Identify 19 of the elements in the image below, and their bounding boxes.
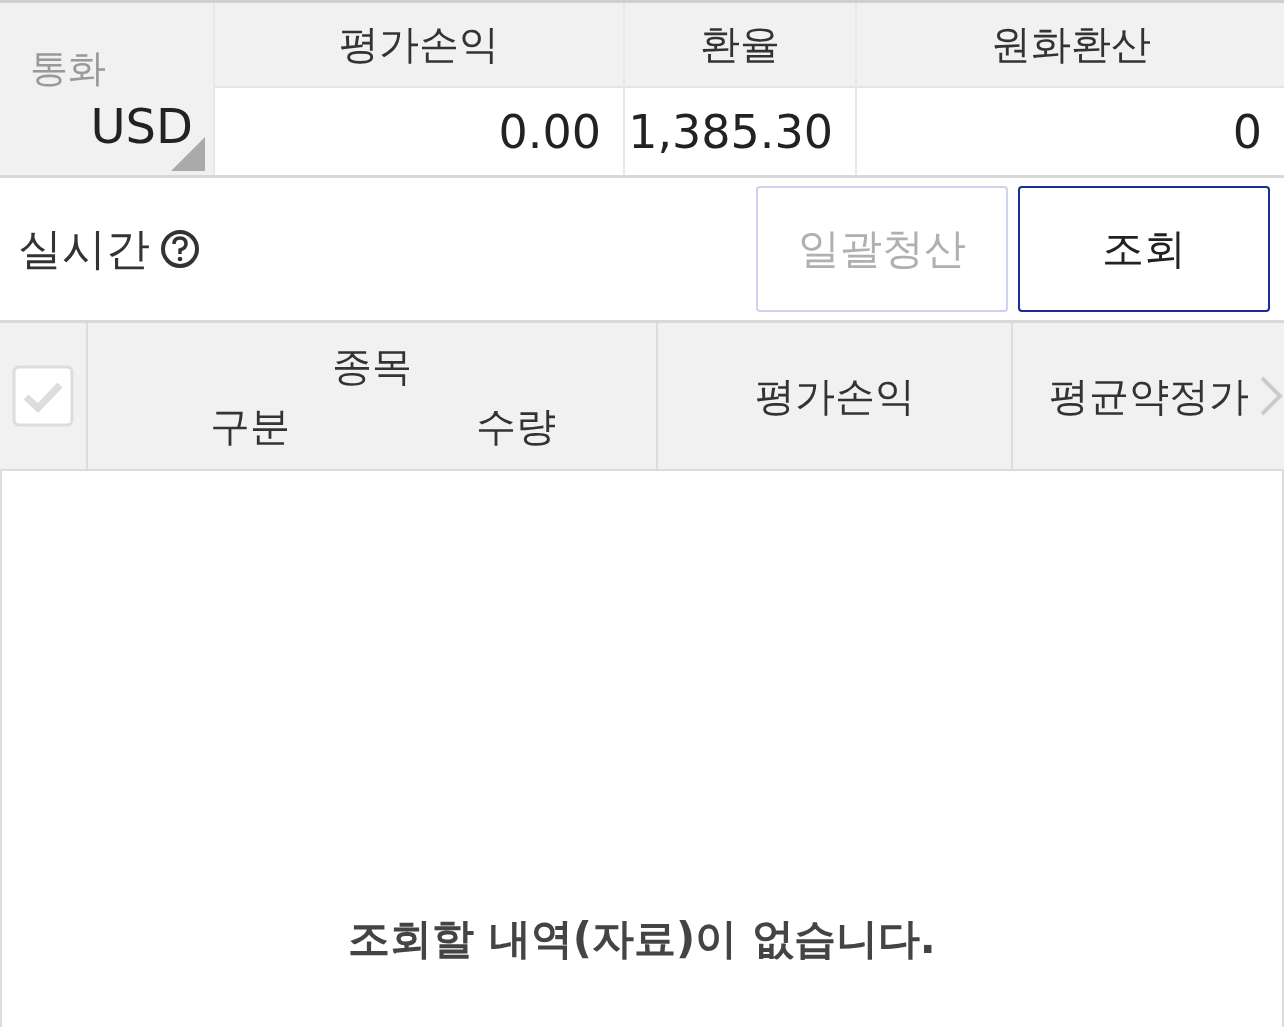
realtime-label: 실시간 <box>18 221 150 276</box>
summary-value: 1,385.30 <box>625 88 855 175</box>
action-button[interactable]: 조회 <box>1018 186 1270 312</box>
currency-selector[interactable]: 통화 USD <box>0 3 213 175</box>
summary-header: 원화환산 <box>857 3 1284 88</box>
currency-label: 통화 <box>30 45 107 92</box>
chevron-right-icon[interactable] <box>1258 374 1284 418</box>
help-icon[interactable] <box>160 229 200 269</box>
summary-value: 0 <box>857 88 1284 175</box>
summary-header: 환율 <box>625 3 855 88</box>
summary-value: 0.00 <box>215 88 623 175</box>
column-header: 종목 <box>332 341 412 391</box>
column-header: 평균약정가 <box>1048 371 1249 421</box>
currency-value: USD <box>90 98 193 154</box>
summary-header: 평가손익 <box>215 3 623 88</box>
column-header: 평가손익 <box>754 371 915 421</box>
empty-message: 조회할 내역(자료)이 없습니다. <box>348 913 936 965</box>
column-header: 수량 <box>476 401 556 451</box>
column-header: 구분 <box>210 401 290 451</box>
